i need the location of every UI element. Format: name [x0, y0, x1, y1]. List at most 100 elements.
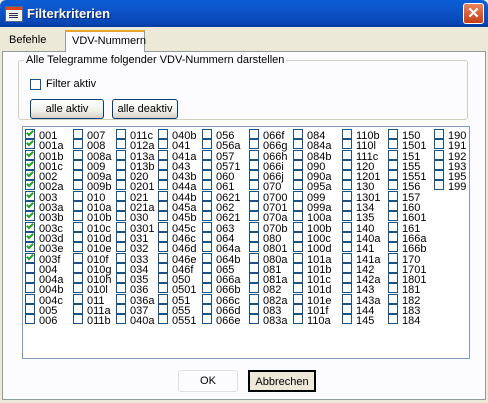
vdv-checkbox[interactable]: [158, 304, 168, 315]
vdv-item[interactable]: 066e: [202, 314, 240, 327]
vdv-checkbox[interactable]: [249, 273, 259, 284]
vdv-checkbox[interactable]: [249, 252, 259, 263]
vdv-item[interactable]: 056a: [202, 139, 240, 152]
vdv-item[interactable]: 066j: [249, 170, 287, 183]
vdv-item[interactable]: 011a: [73, 304, 111, 317]
vdv-checkbox[interactable]: [293, 159, 303, 170]
vdv-checkbox[interactable]: [73, 129, 83, 139]
vdv-checkbox[interactable]: [293, 190, 303, 201]
vdv-checkbox[interactable]: [25, 231, 35, 242]
vdv-item[interactable]: 101f: [293, 304, 331, 317]
vdv-item[interactable]: 002a: [25, 180, 63, 193]
vdv-checkbox[interactable]: [342, 314, 352, 325]
vdv-checkbox[interactable]: [342, 242, 352, 253]
vdv-checkbox[interactable]: [388, 159, 398, 170]
vdv-checkbox[interactable]: [388, 201, 398, 212]
vdv-checkbox[interactable]: [73, 293, 83, 304]
vdv-checkbox[interactable]: [73, 139, 83, 150]
vdv-item[interactable]: 066i: [249, 159, 287, 172]
vdv-item[interactable]: 090a: [293, 170, 331, 183]
vdv-item[interactable]: 110b: [342, 129, 380, 142]
vdv-checkbox[interactable]: [249, 242, 259, 253]
vdv-checkbox[interactable]: [25, 252, 35, 263]
vdv-checkbox[interactable]: [158, 139, 168, 150]
vdv-checkbox[interactable]: [202, 273, 212, 284]
vdv-checkbox[interactable]: [158, 252, 168, 263]
vdv-checkbox[interactable]: [73, 170, 83, 181]
vdv-checkbox[interactable]: [249, 221, 259, 232]
vdv-checkbox[interactable]: [202, 159, 212, 170]
vdv-item[interactable]: 0571: [202, 159, 240, 172]
vdv-item[interactable]: 1501: [388, 139, 426, 152]
vdv-checkbox[interactable]: [293, 180, 303, 191]
vdv-item[interactable]: 070b: [249, 221, 287, 234]
vdv-item[interactable]: 1201: [342, 170, 380, 183]
vdv-item[interactable]: 010g: [73, 262, 111, 275]
vdv-item[interactable]: 011c: [116, 129, 154, 142]
vdv-item[interactable]: 010l: [73, 283, 111, 296]
vdv-checkbox[interactable]: [73, 149, 83, 160]
vdv-checkbox[interactable]: [342, 170, 352, 181]
vdv-checkbox[interactable]: [249, 293, 259, 304]
vdv-item[interactable]: 044a: [158, 180, 196, 193]
vdv-item[interactable]: 101a: [293, 252, 331, 265]
vdv-item[interactable]: 046d: [158, 242, 196, 255]
vdv-item[interactable]: 003e: [25, 242, 63, 255]
vdv-checkbox[interactable]: [249, 149, 259, 160]
vdv-item[interactable]: 1601: [388, 211, 426, 224]
vdv-checkbox[interactable]: [116, 170, 126, 181]
vdv-checkbox[interactable]: [249, 129, 259, 139]
vdv-checkbox[interactable]: [202, 139, 212, 150]
vdv-checkbox[interactable]: [202, 252, 212, 263]
vdv-checkbox[interactable]: [342, 283, 352, 294]
vdv-item[interactable]: 046c: [158, 231, 196, 244]
vdv-item[interactable]: 010b: [73, 211, 111, 224]
vdv-checkbox[interactable]: [249, 139, 259, 150]
vdv-item[interactable]: 064a: [202, 242, 240, 255]
vdv-item[interactable]: 135: [342, 211, 380, 224]
vdv-item[interactable]: 066f: [249, 129, 287, 142]
vdv-checkbox[interactable]: [388, 242, 398, 253]
vdv-checkbox[interactable]: [202, 314, 212, 325]
vdv-checkbox[interactable]: [293, 211, 303, 222]
vdv-checkbox[interactable]: [342, 273, 352, 284]
vdv-item[interactable]: 034: [116, 262, 154, 275]
vdv-item[interactable]: 101d: [293, 283, 331, 296]
filter-active-checkbox[interactable]: [30, 78, 41, 90]
vdv-item[interactable]: 007: [73, 129, 111, 142]
vdv-checkbox[interactable]: [434, 129, 444, 139]
vdv-checkbox[interactable]: [73, 180, 83, 191]
vdv-checkbox[interactable]: [158, 170, 168, 181]
vdv-checkbox[interactable]: [116, 139, 126, 150]
vdv-item[interactable]: 066a: [202, 273, 240, 286]
vdv-item[interactable]: 0301: [116, 221, 154, 234]
vdv-checkbox[interactable]: [388, 180, 398, 191]
vdv-item[interactable]: 101c: [293, 273, 331, 286]
vdv-checkbox[interactable]: [158, 231, 168, 242]
vdv-item[interactable]: 066b: [202, 283, 240, 296]
vdv-checkbox[interactable]: [293, 149, 303, 160]
vdv-item[interactable]: 183: [388, 304, 426, 317]
vdv-item[interactable]: 009b: [73, 180, 111, 193]
vdv-checkbox[interactable]: [158, 221, 168, 232]
vdv-item[interactable]: 011b: [73, 314, 111, 327]
vdv-checkbox[interactable]: [293, 314, 303, 325]
vdv-item[interactable]: 140a: [342, 231, 380, 244]
vdv-checkbox[interactable]: [202, 293, 212, 304]
vdv-checkbox[interactable]: [158, 293, 168, 304]
vdv-checkbox[interactable]: [202, 180, 212, 191]
vdv-checkbox[interactable]: [202, 304, 212, 315]
vdv-checkbox[interactable]: [25, 242, 35, 253]
vdv-item[interactable]: 082a: [249, 293, 287, 306]
vdv-checkbox[interactable]: [158, 211, 168, 222]
vdv-item[interactable]: 045b: [158, 211, 196, 224]
vdv-checkbox[interactable]: [293, 283, 303, 294]
vdv-item[interactable]: 003f: [25, 252, 63, 265]
vdv-checkbox[interactable]: [249, 231, 259, 242]
vdv-checkbox[interactable]: [25, 221, 35, 232]
vdv-item[interactable]: 010a: [73, 201, 111, 214]
vdv-checkbox[interactable]: [202, 170, 212, 181]
vdv-item[interactable]: 008: [73, 139, 111, 152]
vdv-checkbox[interactable]: [25, 139, 35, 150]
vdv-item[interactable]: 141a: [342, 252, 380, 265]
